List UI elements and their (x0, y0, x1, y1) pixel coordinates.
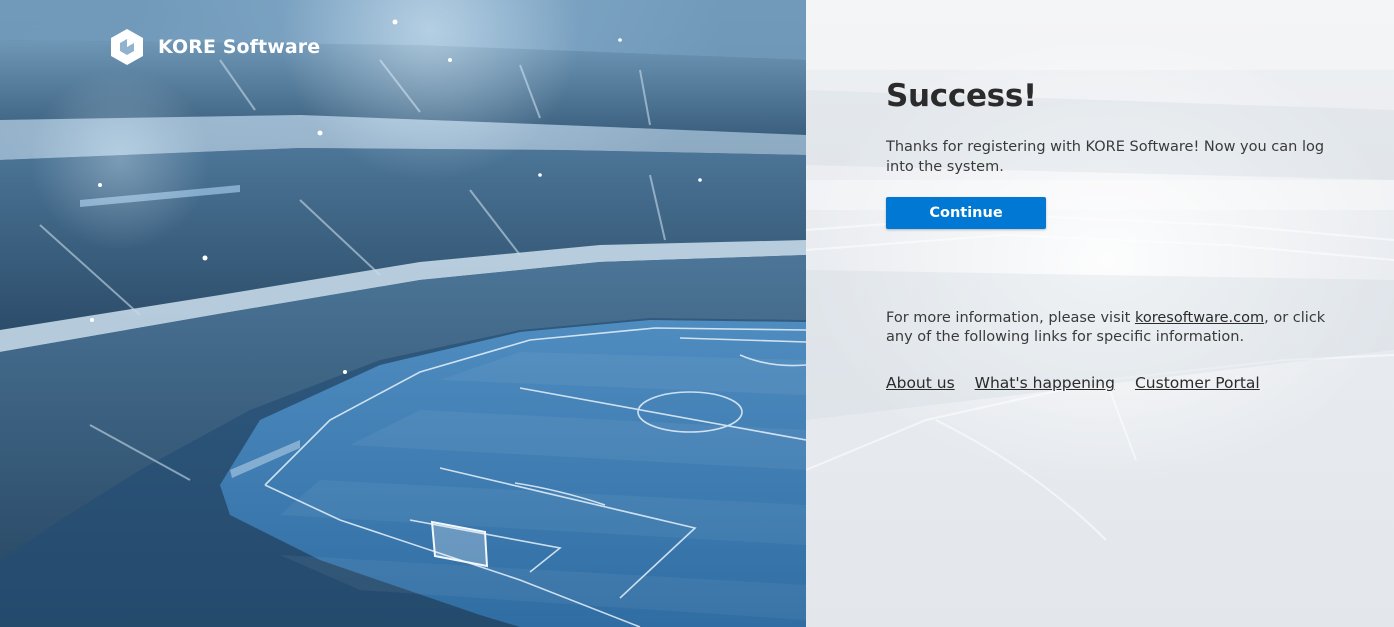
footer-links: About us What's happening Customer Porta… (886, 374, 1326, 392)
info-prefix: For more information, please visit (886, 310, 1135, 326)
kore-hexagon-icon (111, 29, 143, 65)
customer-portal-link[interactable]: Customer Portal (1135, 374, 1260, 392)
continue-button[interactable]: Continue (886, 197, 1046, 229)
success-card: Success! Thanks for registering with KOR… (886, 74, 1326, 392)
brand-logo[interactable]: KORE Software (108, 28, 320, 66)
stadium-illustration (0, 0, 806, 627)
brand-name: KORE Software (158, 36, 321, 58)
info-text: For more information, please visit kores… (886, 309, 1326, 347)
koresoftware-link[interactable]: koresoftware.com (1135, 310, 1264, 326)
about-us-link[interactable]: About us (886, 374, 955, 392)
registration-success-page: KORE Software Success! Thanks for regist… (0, 0, 1394, 627)
page-title: Success! (886, 78, 1037, 114)
whats-happening-link[interactable]: What's happening (975, 374, 1115, 392)
content-panel: Success! Thanks for registering with KOR… (806, 0, 1394, 627)
success-message: Thanks for registering with KORE Softwar… (886, 139, 1325, 175)
hero-stadium-image: KORE Software (0, 0, 806, 627)
